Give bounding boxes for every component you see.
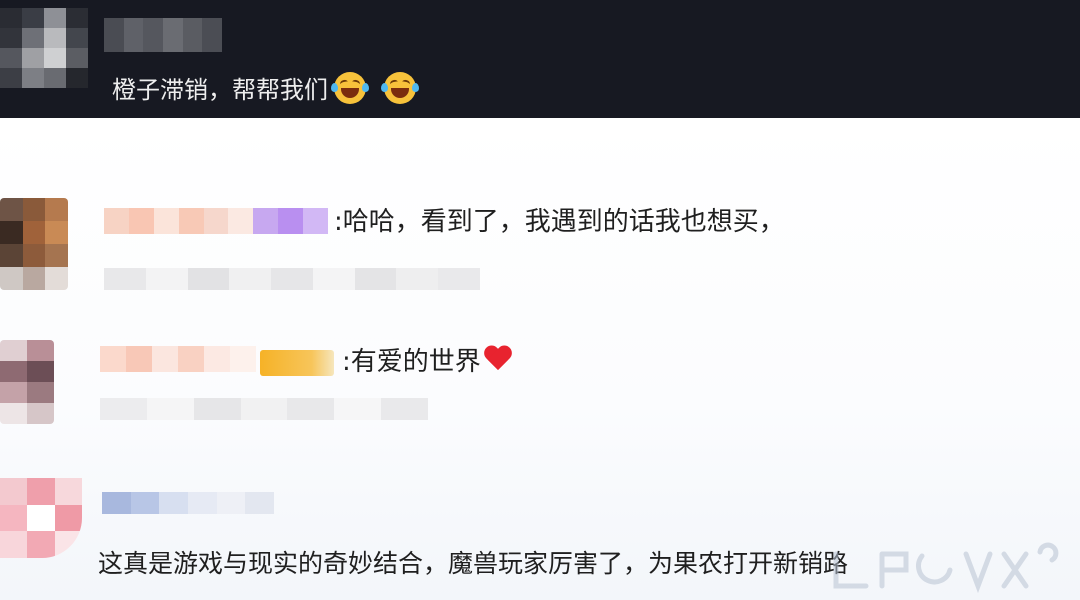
original-post: 橙子滞销，帮帮我们: [0, 0, 1080, 118]
comment-avatar[interactable]: [0, 340, 54, 424]
comment-list: :哈哈，看到了，我遇到的话我也想买， :有爱的世界 这真是游戏与现实的奇妙结合，…: [0, 118, 1080, 600]
comment-text: :有爱的世界: [342, 347, 481, 377]
comment-text: :哈哈，看到了，我遇到的话我也想买，: [334, 207, 785, 237]
comment-text-row: :有爱的世界: [342, 344, 513, 380]
comment-meta-blurred: [104, 268, 481, 290]
commenter-name-blurred[interactable]: [102, 492, 275, 514]
comment-text: 这真是游戏与现实的奇妙结合，魔兽玩家厉害了，为果农打开新销路: [98, 549, 849, 578]
commenter-name-blurred[interactable]: [100, 346, 256, 372]
post-author-name-blurred[interactable]: [104, 18, 222, 52]
post-author-avatar[interactable]: [0, 8, 88, 88]
post-text-row: 橙子滞销，帮帮我们: [112, 72, 419, 107]
post-text: 橙子滞销，帮帮我们: [112, 76, 328, 104]
red-heart-icon: [483, 346, 513, 374]
rolling-on-floor-laughing-emoji: [331, 72, 369, 104]
comment-avatar[interactable]: [0, 198, 68, 290]
comment-avatar[interactable]: [0, 478, 82, 558]
watermark-logo: [833, 542, 1059, 594]
rolling-on-floor-laughing-emoji: [381, 72, 419, 104]
user-badge-blurred: [260, 350, 334, 376]
commenter-name-blurred[interactable]: [104, 208, 329, 234]
comment-meta-blurred: [100, 398, 429, 420]
